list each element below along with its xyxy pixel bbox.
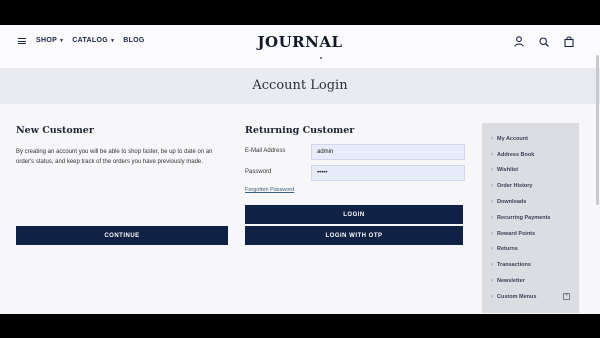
sidebar-item-transactions[interactable]: › Transactions	[482, 257, 579, 273]
sidebar-item-label: Transactions	[497, 262, 531, 269]
chevron-right-icon: ›	[491, 183, 493, 190]
sidebar-item-newsletter[interactable]: › Newsletter	[482, 273, 579, 289]
expand-plus-icon[interactable]: +	[563, 292, 570, 300]
chevron-right-icon: ›	[491, 135, 493, 142]
sidebar-item-label: Wishlist	[497, 167, 519, 174]
new-customer-heading: New Customer	[16, 125, 94, 136]
sidebar-item-label: Address Book	[497, 151, 535, 158]
sidebar-item-order-history[interactable]: › Order History	[482, 178, 579, 194]
chevron-right-icon: ›	[491, 230, 493, 237]
page-scrollbar[interactable]	[596, 55, 599, 205]
page-frame: SHOP ▼ CATALOG ▼ BLOG JOURNAL Account Lo…	[0, 25, 600, 314]
email-field[interactable]: admin	[311, 144, 465, 160]
new-customer-section: New Customer By creating an account you …	[16, 125, 228, 167]
chevron-right-icon: ›	[491, 167, 493, 174]
account-sidebar: › My Account › Address Book › Wishlist › Ord…	[482, 123, 579, 313]
chevron-right-icon: ›	[491, 214, 493, 221]
login-with-otp-button[interactable]: LOGIN WITH OTP	[245, 226, 463, 245]
chevron-right-icon: ›	[491, 293, 493, 300]
login-button[interactable]: LOGIN	[245, 205, 463, 224]
chevron-right-icon: ›	[491, 199, 493, 206]
sidebar-item-label: Downloads	[497, 199, 527, 206]
returning-customer-section: Returning Customer	[245, 125, 465, 136]
sidebar-item-address-book[interactable]: › Address Book	[482, 147, 579, 163]
sidebar-item-custom-menus[interactable]: › Custom Menus +	[482, 289, 579, 305]
chevron-right-icon: ›	[491, 246, 493, 253]
page-title: Account Login	[252, 78, 348, 93]
sidebar-item-returns[interactable]: › Returns	[482, 242, 579, 258]
sidebar-list: › My Account › Address Book › Wishlist › Ord…	[482, 123, 579, 305]
chevron-right-icon: ›	[491, 151, 493, 158]
site-header: SHOP ▼ CATALOG ▼ BLOG JOURNAL	[0, 25, 600, 68]
password-label: Password	[245, 169, 272, 175]
logo-dot	[320, 57, 322, 59]
sidebar-item-label: Reward Points	[497, 230, 536, 237]
returning-customer-heading: Returning Customer	[245, 125, 355, 136]
email-label: E-Mail Address	[245, 148, 286, 154]
sidebar-item-recurring-payments[interactable]: › Recurring Payments	[482, 210, 579, 226]
sidebar-item-label: My Account	[497, 135, 528, 142]
search-icon[interactable]	[538, 36, 549, 47]
site-logo[interactable]: JOURNAL	[0, 33, 600, 51]
sidebar-item-downloads[interactable]: › Downloads	[482, 194, 579, 210]
sidebar-item-label: Newsletter	[497, 278, 525, 285]
chevron-right-icon: ›	[491, 262, 493, 269]
sidebar-item-label: Returns	[497, 246, 518, 253]
header-icons	[513, 36, 574, 47]
sidebar-item-label: Order History	[497, 183, 533, 190]
title-band: Account Login	[0, 68, 600, 104]
sidebar-item-wishlist[interactable]: › Wishlist	[482, 163, 579, 179]
sidebar-item-my-account[interactable]: › My Account	[482, 131, 579, 147]
chevron-right-icon: ›	[491, 278, 493, 285]
new-customer-text: By creating an account you will be able …	[16, 149, 213, 165]
sidebar-item-reward-points[interactable]: › Reward Points	[482, 226, 579, 242]
forgotten-password-link[interactable]: Forgotten Password	[245, 187, 294, 193]
cart-icon[interactable]	[563, 36, 574, 47]
password-field[interactable]: •••••	[311, 165, 465, 181]
account-icon[interactable]	[513, 36, 524, 47]
continue-button[interactable]: CONTINUE	[16, 226, 228, 245]
sidebar-item-label: Recurring Payments	[497, 214, 551, 221]
sidebar-item-label: Custom Menus	[497, 293, 537, 300]
